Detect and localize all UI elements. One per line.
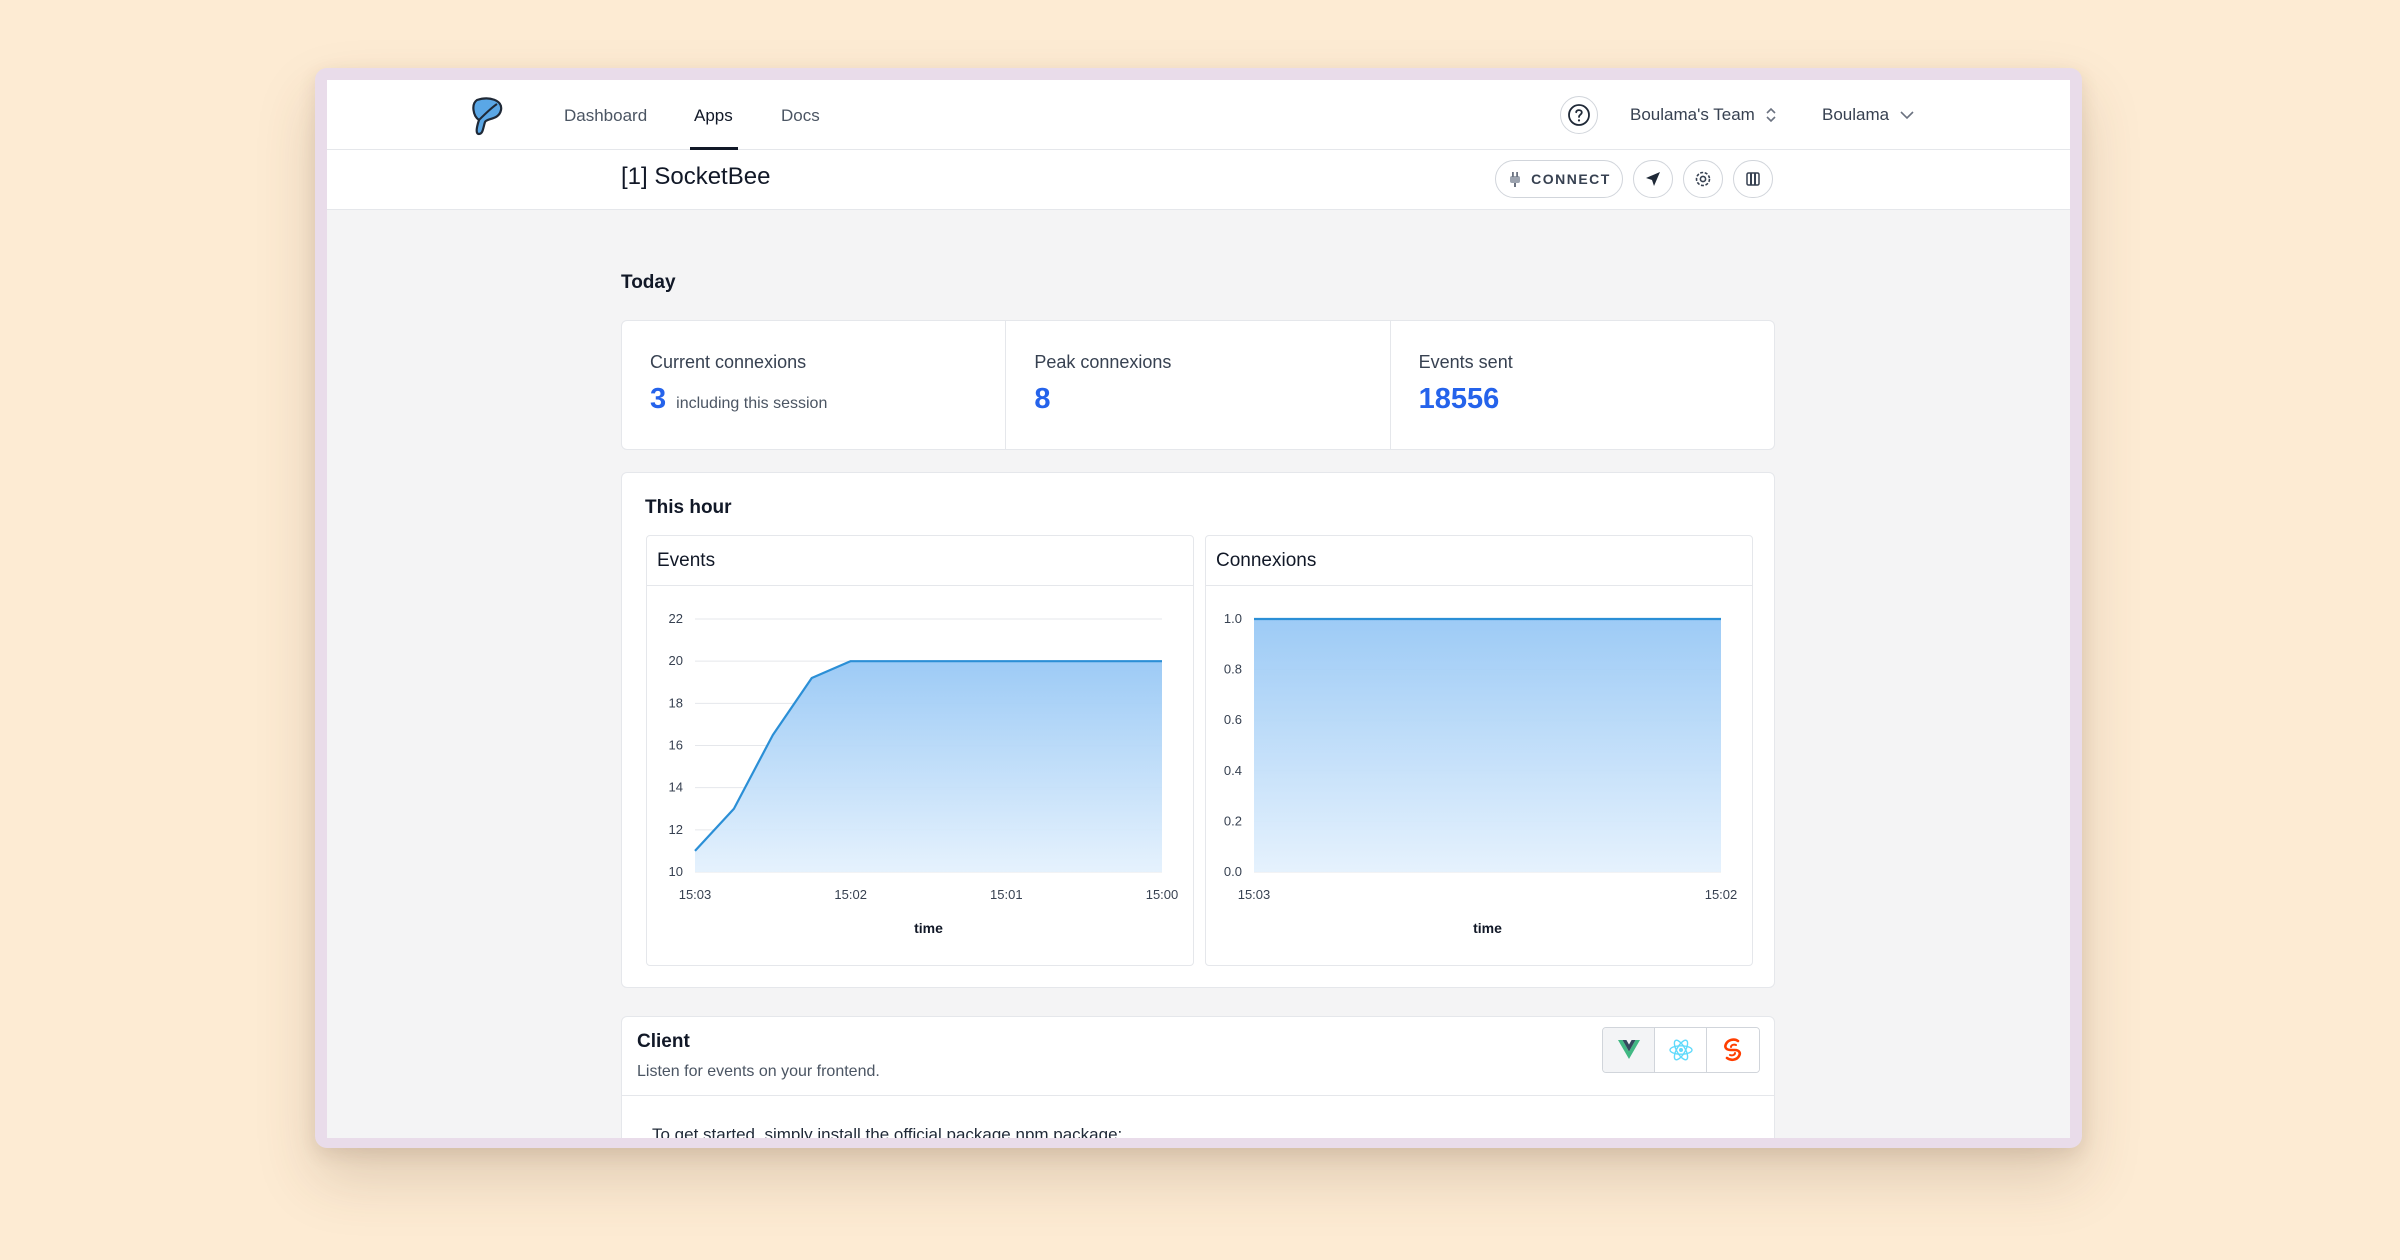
x-tick-label: 15:03 — [1238, 887, 1271, 902]
y-tick-label: 1.0 — [1224, 611, 1242, 626]
connect-button[interactable]: CONNECT — [1495, 160, 1623, 198]
this-hour-card: This hour Events 10 12 14 16 18 20 22 15:03 15:0… — [621, 472, 1775, 988]
connexions-chart-title: Connexions — [1206, 536, 1752, 586]
y-tick-label: 12 — [669, 822, 683, 837]
y-tick-label: 0.6 — [1224, 712, 1242, 727]
stat-value: 8 — [1034, 383, 1051, 415]
y-tick-label: 16 — [669, 738, 683, 753]
app-window: Dashboard Apps Docs Boulama's Team Boula… — [327, 80, 2070, 1138]
today-stats-card: Current connexions 3 including this sess… — [621, 320, 1775, 450]
y-tick-label: 10 — [669, 864, 683, 879]
y-tick-label: 18 — [669, 695, 683, 710]
user-menu[interactable]: Boulama — [1822, 105, 1915, 125]
vue-icon — [1617, 1040, 1640, 1059]
columns-button[interactable] — [1733, 160, 1773, 198]
help-button[interactable] — [1560, 96, 1598, 134]
client-instructions: To get started, simply install the offic… — [652, 1125, 1123, 1138]
client-title: Client — [637, 1031, 690, 1052]
react-tab[interactable] — [1655, 1028, 1707, 1072]
connect-label: CONNECT — [1531, 171, 1611, 187]
events-chart-panel: Events 10 12 14 16 18 20 22 15:03 15:02 15:01 15:0… — [646, 535, 1194, 966]
client-card: Client Listen for events on your fronten… — [621, 1016, 1775, 1138]
x-tick-label: 15:02 — [1705, 887, 1738, 902]
team-selector[interactable]: Boulama's Team — [1630, 105, 1777, 125]
send-event-button[interactable] — [1633, 160, 1673, 198]
y-tick-label: 0.8 — [1224, 662, 1242, 677]
stat-label: Peak connexions — [1034, 352, 1172, 372]
stat-value: 3 — [650, 383, 667, 415]
top-nav: Dashboard Apps Docs Boulama's Team Boula… — [327, 80, 2070, 150]
app-header: [1] SocketBee CONNECT — [327, 150, 2070, 210]
framework-switcher — [1602, 1027, 1760, 1073]
team-name: Boulama's Team — [1630, 105, 1755, 124]
y-tick-label: 0.4 — [1224, 763, 1242, 778]
stat-label: Current connexions — [650, 352, 807, 372]
socketbee-logo[interactable] — [469, 94, 509, 138]
chevron-down-icon — [1900, 111, 1914, 120]
nav-apps[interactable]: Apps — [694, 106, 733, 126]
y-tick-label: 14 — [669, 780, 683, 795]
this-hour-title: This hour — [645, 497, 732, 518]
columns-icon — [1746, 172, 1760, 186]
svelte-tab[interactable] — [1707, 1028, 1759, 1072]
stat-note: including this session — [676, 395, 828, 412]
nav-docs[interactable]: Docs — [781, 106, 820, 126]
svelte-icon — [1724, 1038, 1742, 1062]
x-tick-label: 15:01 — [990, 887, 1023, 902]
user-name: Boulama — [1822, 105, 1890, 124]
client-subtitle: Listen for events on your frontend. — [637, 1063, 880, 1080]
react-icon — [1668, 1039, 1693, 1061]
x-axis-title: time — [914, 920, 943, 936]
y-tick-label: 0.2 — [1224, 813, 1242, 828]
x-axis-title: time — [1473, 920, 1502, 936]
today-title: Today — [621, 272, 676, 293]
question-icon — [1568, 104, 1590, 126]
stat-events-sent: Events sent 18556 — [1391, 321, 1774, 449]
y-tick-label: 22 — [669, 611, 683, 626]
x-tick-label: 15:02 — [834, 887, 867, 902]
connexions-chart-panel: Connexions 0.0 0.2 0.4 0.6 0.8 1.0 15:03 15:02 t… — [1205, 535, 1753, 966]
paper-plane-icon — [1646, 172, 1660, 186]
gear-icon — [1695, 171, 1711, 187]
series-area — [695, 661, 1162, 872]
stat-peak-connexions: Peak connexions 8 — [1006, 321, 1391, 449]
stat-label: Events sent — [1418, 352, 1513, 372]
settings-button[interactable] — [1683, 160, 1723, 198]
events-chart-title: Events — [647, 536, 1193, 586]
y-tick-label: 20 — [669, 653, 683, 668]
vue-tab[interactable] — [1603, 1028, 1655, 1072]
stat-current-connexions: Current connexions 3 including this sess… — [622, 321, 1007, 449]
chevron-up-down-icon — [1766, 107, 1776, 123]
x-tick-label: 15:03 — [679, 887, 712, 902]
stat-value: 18556 — [1418, 383, 1500, 415]
connexions-chart: 0.0 0.2 0.4 0.6 0.8 1.0 15:03 15:02 time — [1224, 611, 1738, 936]
x-tick-label: 15:00 — [1146, 887, 1179, 902]
client-divider — [622, 1095, 1774, 1096]
series-area — [1254, 619, 1721, 872]
nav-dashboard[interactable]: Dashboard — [564, 106, 647, 126]
plug-icon — [1510, 172, 1521, 187]
app-title: [1] SocketBee — [621, 163, 771, 190]
y-tick-label: 0.0 — [1224, 864, 1242, 879]
events-chart: 10 12 14 16 18 20 22 15:03 15:02 15:01 15:00 time — [669, 611, 1179, 936]
